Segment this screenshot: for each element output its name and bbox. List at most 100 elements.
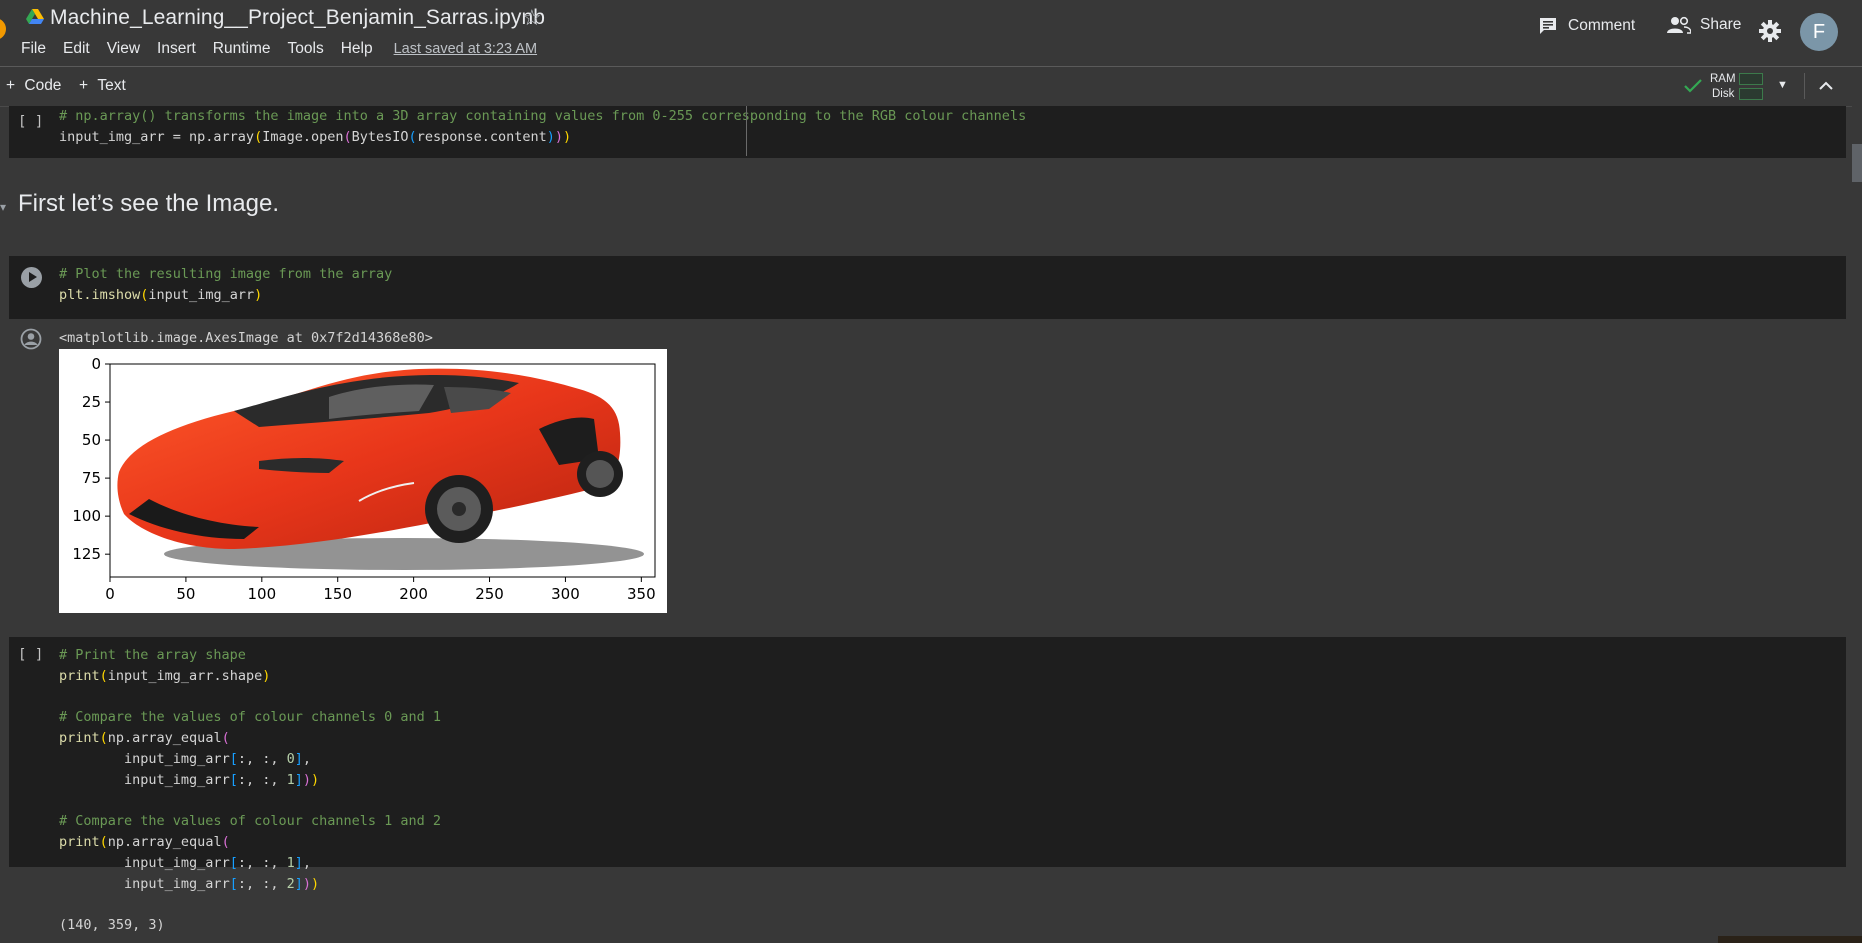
collapse-chevron-icon[interactable]	[1818, 81, 1834, 91]
add-code-button[interactable]: + Code	[6, 77, 61, 95]
code-editor[interactable]: # Plot the resulting image from the arra…	[59, 264, 392, 306]
bottom-thumbnail	[1718, 936, 1862, 943]
code-text: :, :,	[237, 875, 287, 892]
code-text: print	[59, 834, 100, 851]
code-text: Image.open	[262, 128, 344, 145]
disk-bar	[1739, 88, 1763, 100]
plot-svg: 0 50 100 150 200 250 300 350 0 25 50 75 100 125	[72, 355, 656, 603]
code-cell-3[interactable]: [ ] # Print the array shape print(input_…	[9, 637, 1846, 892]
code-text: response.content	[416, 128, 547, 145]
y-tick-label: 75	[82, 469, 101, 487]
code-text: input_img_arr	[124, 771, 230, 788]
notebook-toolbar: + Code + Text RAM Disk ▼	[0, 67, 1862, 107]
code-text: np.array_equal	[107, 730, 222, 747]
disk-label: Disk	[1712, 88, 1735, 100]
code-number: 1	[286, 771, 295, 788]
output-options-icon[interactable]	[20, 328, 42, 350]
notebook-content: [ ] # np.array() transforms the image in…	[0, 106, 1852, 943]
settings-gear-icon[interactable]	[1759, 20, 1781, 42]
y-tick-label: 0	[91, 355, 101, 373]
imshow-plot: 0 50 100 150 200 250 300 350 0 25 50 75 100 125	[59, 349, 667, 613]
y-tick-label: 25	[82, 393, 101, 411]
code-text: plt.imshow	[59, 286, 141, 303]
code-comment: # np.array() transforms the image into a…	[59, 108, 1027, 124]
menu-bar: File Edit View Insert Runtime Tools Help…	[21, 40, 554, 58]
run-cell-play-icon[interactable]	[21, 267, 42, 288]
code-text: input_img_arr	[124, 750, 230, 767]
menu-file[interactable]: File	[21, 40, 46, 58]
plus-icon: +	[6, 77, 16, 94]
code-text: input_img_arr.shape	[107, 667, 263, 684]
resources-dropdown-icon[interactable]: ▼	[1777, 79, 1788, 91]
resources-indicator[interactable]: RAM Disk	[1685, 71, 1763, 101]
colab-logo[interactable]	[0, 18, 6, 40]
people-icon	[1667, 16, 1691, 34]
add-code-label: Code	[24, 77, 62, 94]
notebook-title[interactable]: Machine_Learning__Project_Benjamin_Sarra…	[50, 6, 545, 30]
colab-header: Machine_Learning__Project_Benjamin_Sarra…	[0, 0, 1862, 66]
vertical-scrollbar[interactable]	[1852, 106, 1862, 943]
x-tick-label: 100	[247, 585, 276, 603]
code-text: input_img_arr	[124, 875, 230, 892]
code-text: print	[59, 730, 100, 747]
comment-button[interactable]: Comment	[1538, 16, 1635, 36]
menu-edit[interactable]: Edit	[63, 40, 90, 58]
comment-icon	[1540, 18, 1556, 34]
x-tick-label: 150	[323, 585, 352, 603]
code-cell-1[interactable]: [ ] # np.array() transforms the image in…	[9, 106, 1846, 158]
y-axis-ticks: 0 25 50 75 100 125	[72, 355, 110, 563]
cell-output-text: <matplotlib.image.AxesImage at 0x7f2d143…	[59, 330, 433, 346]
ram-bar	[1739, 73, 1763, 85]
add-text-button[interactable]: + Text	[79, 77, 126, 95]
code-text: :, :,	[237, 854, 287, 871]
code-text: BytesIO	[351, 128, 409, 145]
x-tick-label: 350	[627, 585, 656, 603]
cell-output-text: (140, 359, 3)	[59, 917, 165, 933]
code-text: print	[59, 667, 100, 684]
y-tick-label: 125	[72, 545, 101, 563]
code-text: :, :,	[237, 771, 287, 788]
code-text: :, :,	[237, 750, 287, 767]
menu-help[interactable]: Help	[341, 40, 373, 58]
code-number: 1	[286, 854, 295, 871]
x-tick-label: 300	[551, 585, 580, 603]
google-drive-icon[interactable]	[26, 9, 44, 25]
comment-label: Comment	[1568, 17, 1636, 34]
last-saved-link[interactable]: Last saved at 3:23 AM	[394, 41, 537, 57]
scrollbar-thumb[interactable]	[1852, 144, 1862, 182]
x-tick-label: 250	[475, 585, 504, 603]
x-tick-label: 50	[176, 585, 195, 603]
menu-runtime[interactable]: Runtime	[213, 40, 271, 58]
share-label: Share	[1700, 16, 1742, 33]
y-tick-label: 100	[72, 507, 101, 525]
cell-run-bracket[interactable]: [ ]	[18, 114, 43, 130]
code-comment: # Plot the resulting image from the arra…	[59, 266, 393, 282]
menu-insert[interactable]: Insert	[157, 40, 196, 58]
x-tick-label: 200	[399, 585, 428, 603]
code-editor[interactable]: # Print the array shape print(input_img_…	[59, 645, 441, 895]
code-text: np.array_equal	[107, 834, 222, 851]
add-text-label: Text	[97, 77, 126, 94]
code-number: 0	[286, 750, 295, 767]
x-tick-label: 0	[105, 585, 115, 603]
code-comment: # Print the array shape	[59, 647, 246, 663]
star-icon[interactable]: ☆	[522, 5, 542, 31]
text-cursor	[746, 106, 747, 156]
y-tick-label: 50	[82, 431, 101, 449]
account-avatar[interactable]: F	[1800, 13, 1838, 51]
section-heading: First let’s see the Image.	[18, 190, 279, 217]
code-number: 2	[286, 875, 295, 892]
code-comment: # Compare the values of colour channels …	[59, 813, 442, 830]
code-comment: # Compare the values of colour channels …	[59, 709, 442, 726]
plus-icon: +	[79, 77, 89, 94]
cell-run-bracket[interactable]: [ ]	[18, 647, 43, 663]
section-caret-icon[interactable]: ▾	[0, 200, 6, 214]
code-cell-2[interactable]: # Plot the resulting image from the arra…	[9, 256, 1846, 319]
menu-tools[interactable]: Tools	[288, 40, 324, 58]
code-editor[interactable]: # np.array() transforms the image into a…	[59, 106, 1026, 148]
code-text: input_img_arr	[148, 286, 255, 303]
code-text: input_img_arr = np.array	[59, 128, 255, 145]
menu-view[interactable]: View	[107, 40, 140, 58]
share-button[interactable]: Share	[1667, 16, 1741, 34]
toolbar-separator	[1804, 73, 1805, 99]
